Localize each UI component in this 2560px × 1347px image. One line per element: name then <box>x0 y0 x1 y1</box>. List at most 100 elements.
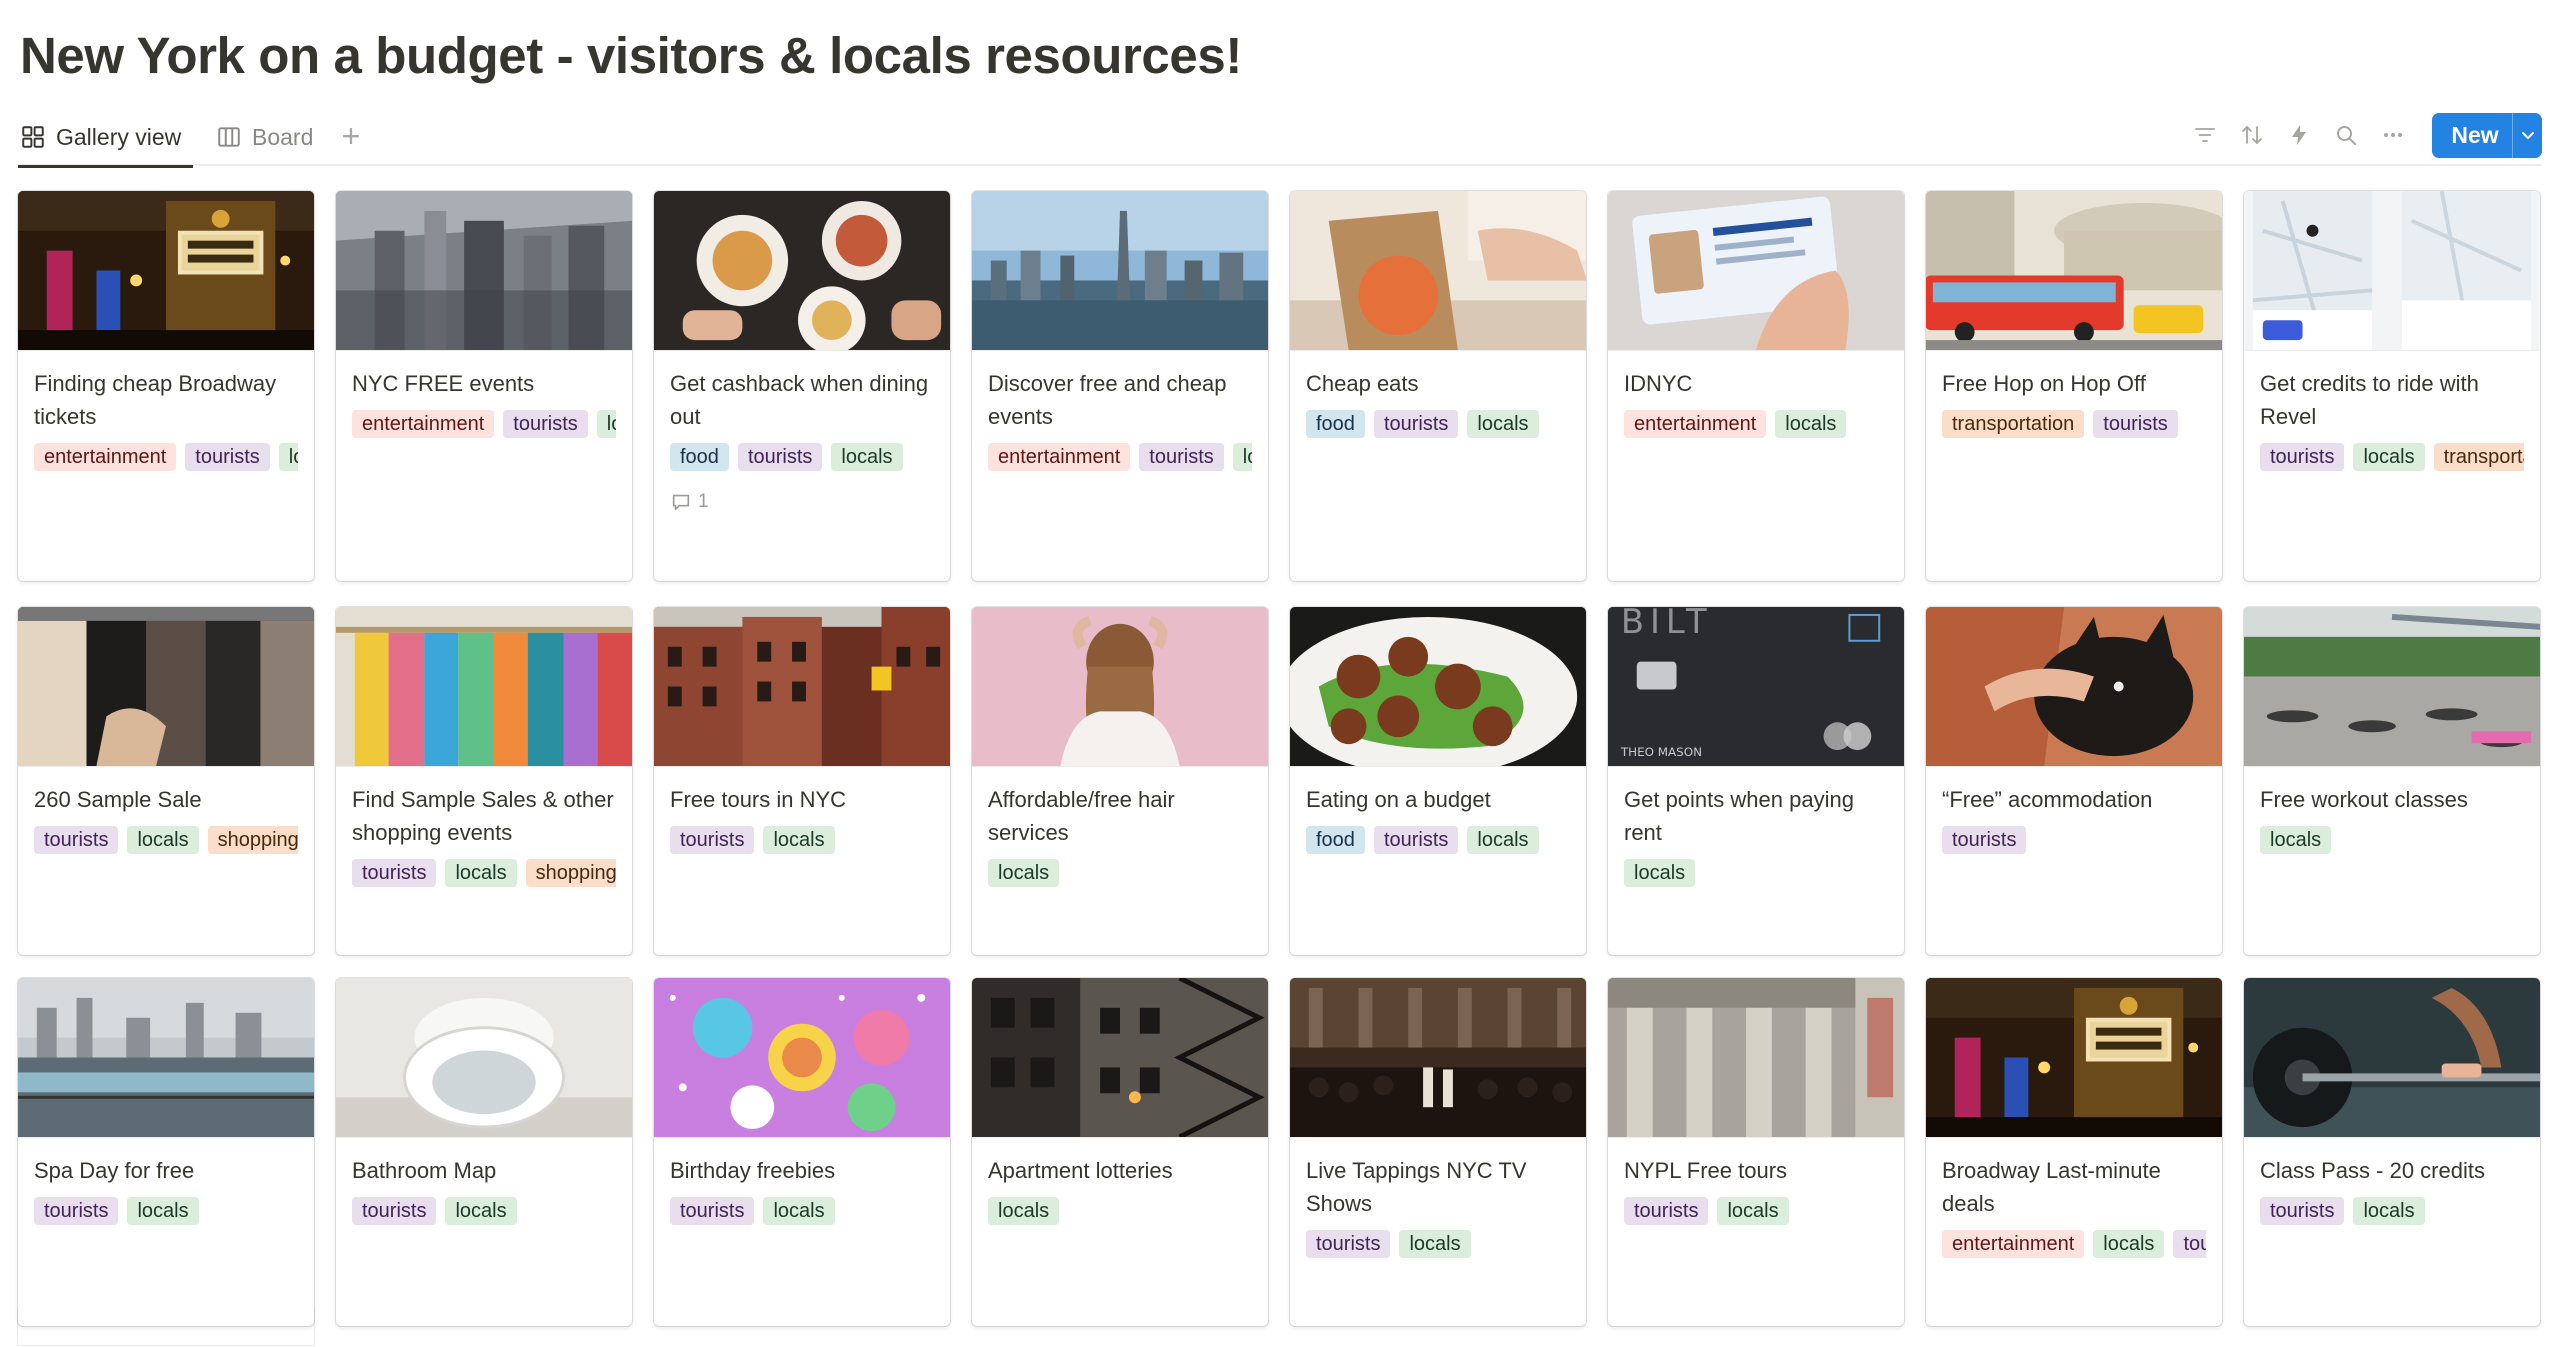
tag-food: food <box>1306 826 1365 854</box>
gallery-card[interactable]: Broadway Last-minute deals entertainment l… <box>1926 978 2222 1326</box>
gallery-card[interactable]: Cheap eats food tourists locals <box>1290 191 1586 581</box>
tag-locals: locals <box>127 826 199 854</box>
tag-locals: locals <box>2353 443 2425 471</box>
card-cover-image <box>972 607 1268 767</box>
card-title: Apartment lotteries <box>988 1158 1173 1183</box>
tab-board[interactable]: Board <box>216 108 313 166</box>
comment-count-value: 1 <box>698 491 709 512</box>
card-cover-image <box>654 978 950 1138</box>
card-tags: locals <box>2260 826 2524 854</box>
gallery-card[interactable]: Get cashback when dining out food tourists… <box>654 191 950 581</box>
card-cover-image <box>1926 607 2222 767</box>
gallery-card[interactable]: NYC FREE events entertainment tourists loca… <box>336 191 632 581</box>
view-tabs-bar: Gallery view Board + New <box>18 108 2542 168</box>
new-button[interactable]: New <box>2432 112 2542 158</box>
automation-button[interactable] <box>2275 113 2322 157</box>
gallery-card[interactable]: “Free” acommodation tourists <box>1926 607 2222 955</box>
card-cover-image: BILT THEO MASON <box>1608 607 1904 767</box>
tag-tourists: tourists <box>352 1197 437 1225</box>
hair-photo <box>972 607 1268 766</box>
tag-locals: locals <box>831 443 903 471</box>
broadway-marquee-photo <box>18 191 314 350</box>
tag-locals: locals <box>763 1197 835 1225</box>
card-cover-image <box>336 978 632 1138</box>
card-title: Get credits to ride with Revel <box>2260 371 2479 429</box>
card-cover-image <box>2244 191 2540 351</box>
more-icon <box>2383 133 2402 137</box>
bilt-card-photo: BILT THEO MASON <box>1608 607 1904 766</box>
gallery-card[interactable]: Affordable/free hair services locals <box>972 607 1268 955</box>
svg-text:THEO MASON: THEO MASON <box>1620 745 1702 759</box>
tour-bus-photo <box>1926 191 2222 350</box>
card-cover-image <box>2244 607 2540 767</box>
gallery-card[interactable]: Birthday freebies tourists locals <box>654 978 950 1326</box>
gallery-card[interactable]: Finding cheap Broadway tickets entertainm… <box>18 191 314 581</box>
search-button[interactable] <box>2322 113 2369 157</box>
tag-tourists: tourists <box>1306 1230 1391 1258</box>
new-dropdown-button[interactable] <box>2512 112 2542 158</box>
card-title: Get points when paying rent <box>1624 787 1854 845</box>
tag-entertainment: entertainment <box>988 443 1131 471</box>
gallery-card[interactable]: Discover free and cheap events entertainm… <box>972 191 1268 581</box>
card-title: Broadway Last-minute deals <box>1942 1158 2161 1216</box>
gallery-card[interactable]: BILT THEO MASON Get points when paying ren… <box>1608 607 1904 955</box>
tab-gallery-view[interactable]: Gallery view <box>18 108 194 168</box>
tag-locals: locals <box>127 1197 199 1225</box>
card-title: Birthday freebies <box>670 1158 836 1183</box>
gallery-card[interactable]: Class Pass - 20 credits tourists locals <box>2244 978 2540 1326</box>
tag-locals: locals <box>278 443 298 471</box>
card-title: “Free” acommodation <box>1942 787 2153 812</box>
gallery-card[interactable]: 260 Sample Sale tourists locals shopping <box>18 607 314 955</box>
card-title: Finding cheap Broadway tickets <box>34 371 277 429</box>
card-tags: entertainment locals <box>1624 410 1888 438</box>
card-tags: locals <box>1624 859 1888 887</box>
card-title: NYPL Free tours <box>1624 1158 1788 1183</box>
filter-button[interactable] <box>2181 113 2228 157</box>
card-cover-image <box>2244 978 2540 1138</box>
card-tags: food tourists locals <box>1306 826 1570 854</box>
tag-entertainment: entertainment <box>1942 1230 2085 1258</box>
page-title: New York on a budget - visitors & locals… <box>20 27 1242 84</box>
gallery-card[interactable]: NYPL Free tours tourists locals <box>1608 978 1904 1326</box>
manhattan-aerial-photo <box>336 191 632 350</box>
card-title: Class Pass - 20 credits <box>2260 1158 2485 1183</box>
filter-icon <box>2194 128 2215 142</box>
card-tags: food tourists locals <box>670 443 934 471</box>
tag-entertainment: entertainment <box>352 410 495 438</box>
more-button[interactable] <box>2369 113 2416 157</box>
app-screens-photo <box>2244 191 2540 350</box>
card-cover-image <box>654 191 950 351</box>
gallery-card[interactable]: Free workout classes locals <box>2244 607 2540 955</box>
tag-locals: locals <box>596 410 616 438</box>
add-view-button[interactable]: + <box>334 120 368 154</box>
tag-locals: locals <box>1467 826 1539 854</box>
card-tags: tourists locals <box>34 1197 298 1225</box>
gallery-card[interactable]: Bathroom Map tourists locals <box>336 978 632 1326</box>
card-cover-image <box>654 607 950 767</box>
lightning-icon <box>2291 125 2306 145</box>
gallery-card[interactable]: Spa Day for free tourists locals <box>18 978 314 1326</box>
sort-button[interactable] <box>2228 113 2275 157</box>
gallery-card[interactable]: Apartment lotteries locals <box>972 978 1268 1326</box>
card-title: Cheap eats <box>1306 371 1419 396</box>
card-cover-image <box>1608 978 1904 1138</box>
comment-count[interactable]: 1 <box>670 491 934 513</box>
gallery-card[interactable]: IDNYC entertainment locals <box>1608 191 1904 581</box>
card-tags: tourists locals <box>670 826 934 854</box>
gallery-card[interactable]: Live Tappings NYC TV Shows tourists locals <box>1290 978 1586 1326</box>
card-tags: entertainment tourists locals <box>352 410 616 438</box>
tag-locals: locals <box>2093 1230 2165 1258</box>
tag-food: food <box>670 443 729 471</box>
card-tags: entertainment locals tourists <box>1942 1230 2206 1258</box>
tag-locals: locals <box>1624 859 1696 887</box>
gallery-card[interactable]: Free tours in NYC tourists locals <box>654 607 950 955</box>
gallery-card[interactable]: Eating on a budget food tourists locals <box>1290 607 1586 955</box>
tag-locals: locals <box>1399 1230 1471 1258</box>
card-title: Spa Day for free <box>34 1158 195 1183</box>
brick-buildings-photo <box>654 607 950 766</box>
meatballs-photo <box>1290 607 1586 766</box>
card-tags: tourists <box>1942 826 2206 854</box>
gallery-card[interactable]: Get credits to ride with Revel tourists lo… <box>2244 191 2540 581</box>
gallery-card[interactable]: Find Sample Sales & other shopping event… <box>336 607 632 955</box>
gallery-card[interactable]: Free Hop on Hop Off transportation tourist… <box>1926 191 2222 581</box>
